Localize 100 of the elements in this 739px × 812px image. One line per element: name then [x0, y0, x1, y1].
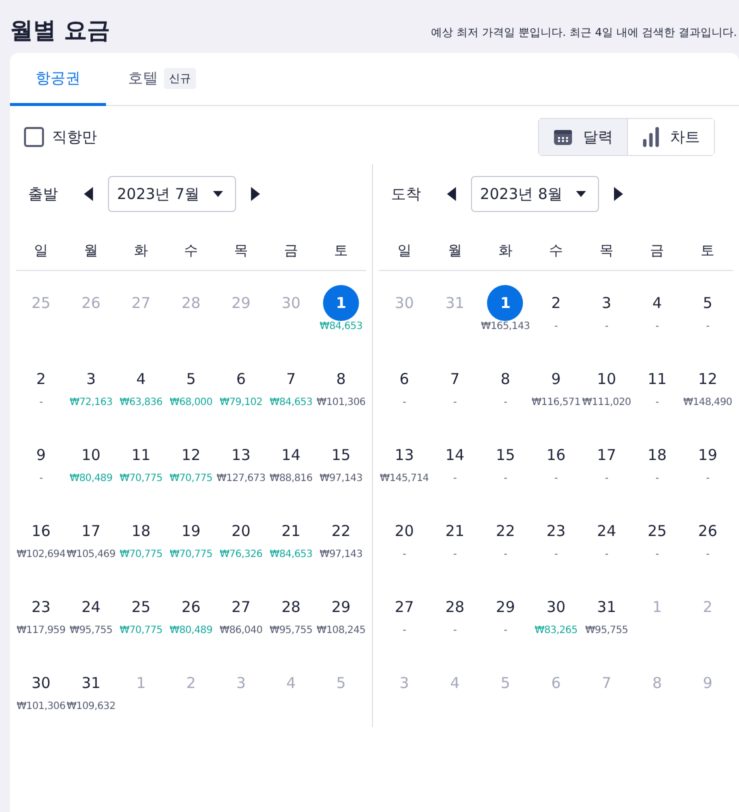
price-text: - — [604, 473, 608, 484]
selected-day[interactable]: 1 — [487, 285, 524, 321]
tab[interactable]: 항공권 — [10, 53, 106, 106]
day-number[interactable]: 29 — [323, 589, 360, 625]
day-number[interactable]: 16 — [538, 437, 574, 473]
day-number[interactable]: 5 — [690, 285, 726, 321]
next-month-button[interactable] — [248, 185, 262, 203]
day-number[interactable]: 28 — [273, 589, 310, 625]
day-number[interactable]: 3 — [588, 285, 625, 321]
day-number[interactable]: 26 — [173, 589, 210, 625]
weekday-label: 금 — [649, 242, 666, 260]
day-number[interactable]: 7 — [273, 361, 310, 397]
day-number[interactable]: 14 — [436, 437, 473, 473]
day-number[interactable]: 31 — [73, 665, 109, 701]
day-number[interactable]: 9 — [23, 437, 59, 473]
checkbox[interactable] — [24, 127, 44, 147]
price-text: ₩127,673 — [216, 473, 266, 484]
day-number[interactable]: 13 — [386, 437, 422, 473]
price-text: ₩68,000 — [170, 397, 212, 408]
day-number[interactable]: 8 — [487, 361, 524, 397]
price-text: - — [453, 473, 457, 484]
price-text: ₩70,775 — [120, 625, 162, 636]
caret-icon — [213, 191, 223, 197]
selected-day[interactable]: 1 — [323, 285, 360, 321]
day-number[interactable]: 26 — [690, 513, 726, 549]
day-number[interactable]: 5 — [173, 361, 210, 397]
day-number[interactable]: 18 — [639, 437, 676, 473]
previous-month-button[interactable] — [82, 185, 96, 203]
price-text: ₩95,755 — [70, 625, 112, 636]
day-number[interactable]: 7 — [436, 361, 473, 397]
day-number[interactable]: 24 — [73, 589, 109, 625]
day-number[interactable]: 4 — [639, 285, 676, 321]
day-number[interactable]: 13 — [223, 437, 260, 473]
price-text: - — [554, 549, 558, 560]
day-number[interactable]: 22 — [323, 513, 360, 549]
day-number[interactable]: 9 — [538, 361, 574, 397]
price-text: ₩148,490 — [683, 397, 732, 408]
day-number[interactable]: 29 — [487, 589, 524, 625]
day-number[interactable]: 8 — [323, 361, 360, 397]
day-number[interactable]: 15 — [487, 437, 524, 473]
view-toggle-button[interactable]: 차트 — [627, 119, 714, 155]
day-number[interactable]: 24 — [588, 513, 625, 549]
day-number[interactable]: 6 — [386, 361, 422, 397]
weekday-label: 월 — [83, 242, 99, 260]
weekday-label: 수 — [183, 242, 200, 260]
price-text: ₩84,653 — [270, 397, 312, 408]
day-number[interactable]: 25 — [639, 513, 676, 549]
price-text: ₩95,755 — [270, 625, 312, 636]
day-number[interactable]: 19 — [173, 513, 210, 549]
day-number[interactable]: 6 — [223, 361, 260, 397]
price-text: ₩76,326 — [220, 549, 262, 560]
price-text: ₩101,306 — [16, 701, 66, 712]
day-number[interactable]: 18 — [123, 513, 159, 549]
day-number[interactable]: 31 — [588, 589, 625, 625]
tab[interactable]: 호텔 신규 — [106, 53, 218, 106]
day-number[interactable]: 20 — [223, 513, 260, 549]
day-number[interactable]: 17 — [73, 513, 109, 549]
day-number[interactable]: 17 — [588, 437, 625, 473]
price-text: - — [706, 549, 710, 560]
view-toggle-button[interactable]: 달력 — [539, 119, 627, 155]
day-number[interactable]: 19 — [690, 437, 726, 473]
price-text: - — [504, 549, 508, 560]
price-text: - — [604, 549, 608, 560]
day-number[interactable]: 2 — [23, 361, 59, 397]
weekday-label: 일 — [33, 242, 49, 260]
day-number[interactable]: 14 — [273, 437, 310, 473]
day-number[interactable]: 30 — [23, 665, 59, 701]
day-number[interactable]: 4 — [123, 361, 159, 397]
day-number[interactable]: 11 — [123, 437, 159, 473]
price-text: - — [706, 473, 710, 484]
day-number[interactable]: 21 — [436, 513, 473, 549]
day-number[interactable]: 30 — [538, 589, 574, 625]
day-number[interactable]: 12 — [173, 437, 210, 473]
day-number[interactable]: 27 — [223, 589, 260, 625]
day-number[interactable]: 20 — [386, 513, 422, 549]
month-dropdown[interactable]: 2023년 7월 — [108, 176, 236, 212]
day-number[interactable]: 28 — [436, 589, 473, 625]
day-number[interactable]: 16 — [23, 513, 59, 549]
price-text: - — [39, 397, 43, 408]
day-number[interactable]: 22 — [487, 513, 524, 549]
price-text: - — [504, 473, 508, 484]
day-number[interactable]: 10 — [588, 361, 625, 397]
next-month-button[interactable] — [611, 185, 626, 203]
day-number[interactable]: 11 — [639, 361, 676, 397]
day-number[interactable]: 21 — [273, 513, 310, 549]
day-number[interactable]: 25 — [123, 589, 159, 625]
day-number[interactable]: 23 — [538, 513, 574, 549]
day-number[interactable]: 10 — [73, 437, 109, 473]
day-number[interactable]: 2 — [538, 285, 574, 321]
price-text: ₩101,306 — [316, 397, 366, 408]
weekday-label: 월 — [446, 242, 463, 260]
price-text: ₩105,469 — [66, 549, 116, 560]
day-number[interactable]: 12 — [690, 361, 726, 397]
day-number[interactable]: 23 — [23, 589, 59, 625]
month-dropdown[interactable]: 2023년 8월 — [471, 176, 600, 212]
day-number[interactable]: 3 — [73, 361, 109, 397]
price-text: - — [453, 397, 457, 408]
day-number[interactable]: 15 — [323, 437, 360, 473]
day-number[interactable]: 27 — [386, 589, 422, 625]
weekday-label: 수 — [548, 242, 564, 260]
